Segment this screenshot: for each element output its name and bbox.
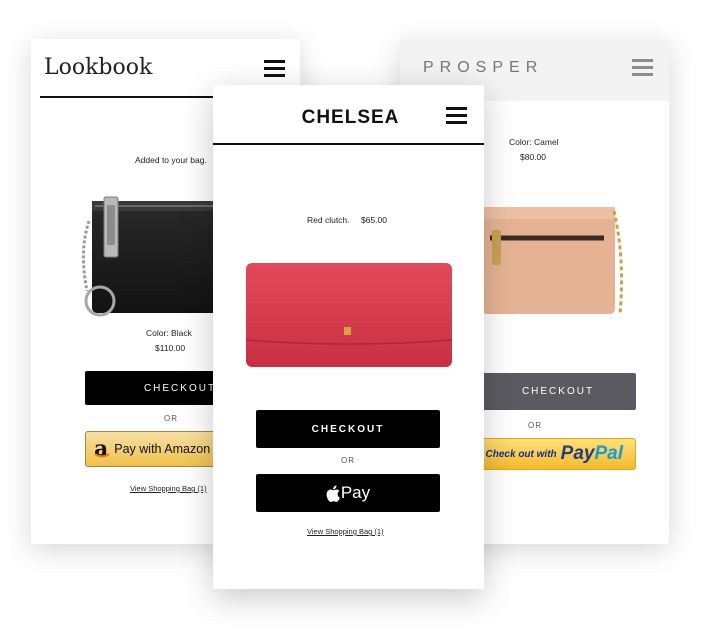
- lookbook-color-label: Color: Black: [146, 328, 192, 338]
- prosper-price: $80.00: [520, 152, 546, 162]
- paypal-prefix-text: Check out with: [485, 448, 557, 460]
- chelsea-menu-icon[interactable]: [446, 107, 467, 128]
- paypal-logo-pal: Pal: [594, 443, 623, 464]
- chelsea-logo: CHELSEA: [301, 107, 400, 128]
- chelsea-view-bag-link[interactable]: View Shopping Bag (1): [307, 527, 384, 536]
- apple-pay-button[interactable]: Pay: [256, 474, 440, 512]
- lookbook-or-divider: OR: [164, 414, 178, 423]
- zipper-pull: [103, 196, 119, 258]
- paypal-logo-pay: Pay: [560, 443, 595, 464]
- apple-pay-label: Pay: [340, 483, 371, 502]
- chelsea-product-name: Red clutch.: [307, 215, 350, 225]
- prosper-menu-icon[interactable]: [632, 59, 653, 76]
- chelsea-header-divider: [213, 143, 484, 145]
- chelsea-or-divider: OR: [341, 456, 355, 465]
- prosper-or-divider: OR: [528, 421, 542, 430]
- prosper-color-label: Color: Camel: [509, 137, 559, 147]
- amazon-logo-icon: a: [94, 436, 110, 462]
- red-clutch-image: [245, 263, 453, 367]
- apple-logo-icon: [326, 485, 340, 502]
- chelsea-store-card: CHELSEA Red clutch. $65.00 CHECKOUT OR P…: [213, 85, 484, 589]
- prosper-checkout-button[interactable]: CHECKOUT: [480, 373, 636, 410]
- chelsea-price: $65.00: [361, 215, 387, 225]
- amazon-pay-label: Pay with Amazon: [114, 442, 211, 456]
- lookbook-price: $110.00: [155, 343, 186, 353]
- lookbook-logo: Lookbook: [44, 55, 153, 80]
- camel-crossbody-image: [482, 207, 624, 315]
- added-to-bag-message: Added to your bag.: [135, 155, 207, 165]
- lookbook-menu-icon[interactable]: [264, 60, 285, 81]
- prosper-logo: PROSPER: [423, 59, 544, 76]
- lookbook-view-bag-link[interactable]: View Shopping Bag (1): [130, 484, 207, 493]
- chelsea-checkout-button[interactable]: CHECKOUT: [256, 410, 440, 448]
